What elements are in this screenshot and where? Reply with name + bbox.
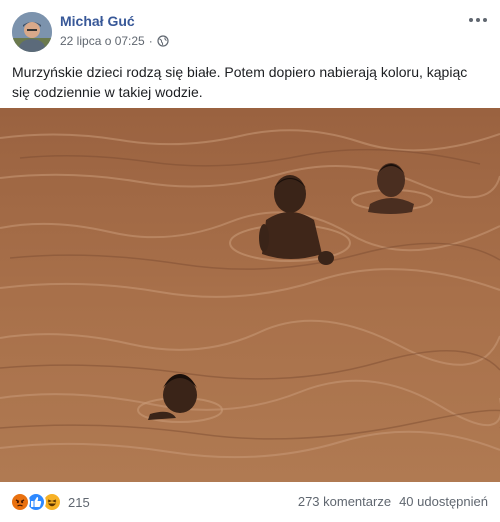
- post-footer: 215 273 komentarze 40 udostępnień: [0, 482, 500, 522]
- post-meta: 22 lipca o 07:25 ·: [60, 34, 169, 48]
- author-avatar[interactable]: [12, 12, 52, 52]
- post-header: Michał Guć 22 lipca o 07:25 ·: [0, 0, 500, 56]
- reactions-summary[interactable]: 215: [10, 492, 90, 512]
- angry-reaction-icon: [10, 492, 30, 512]
- post-timestamp[interactable]: 22 lipca o 07:25: [60, 34, 145, 48]
- reaction-count: 215: [68, 494, 90, 510]
- engagement-counts: 273 komentarze 40 udostępnień: [298, 494, 488, 509]
- facebook-post: Michał Guć 22 lipca o 07:25 · Murzyńskie…: [0, 0, 500, 522]
- meta-separator: ·: [148, 34, 153, 48]
- more-options-icon[interactable]: [466, 12, 490, 28]
- author-name[interactable]: Michał Guć: [60, 13, 135, 29]
- globe-icon[interactable]: [157, 35, 169, 47]
- comments-count-link[interactable]: 273 komentarze: [298, 494, 391, 509]
- post-photo[interactable]: [0, 108, 500, 482]
- post-text: Murzyńskie dzieci rodzą się białe. Potem…: [12, 64, 468, 100]
- shares-count-link[interactable]: 40 udostępnień: [399, 494, 488, 509]
